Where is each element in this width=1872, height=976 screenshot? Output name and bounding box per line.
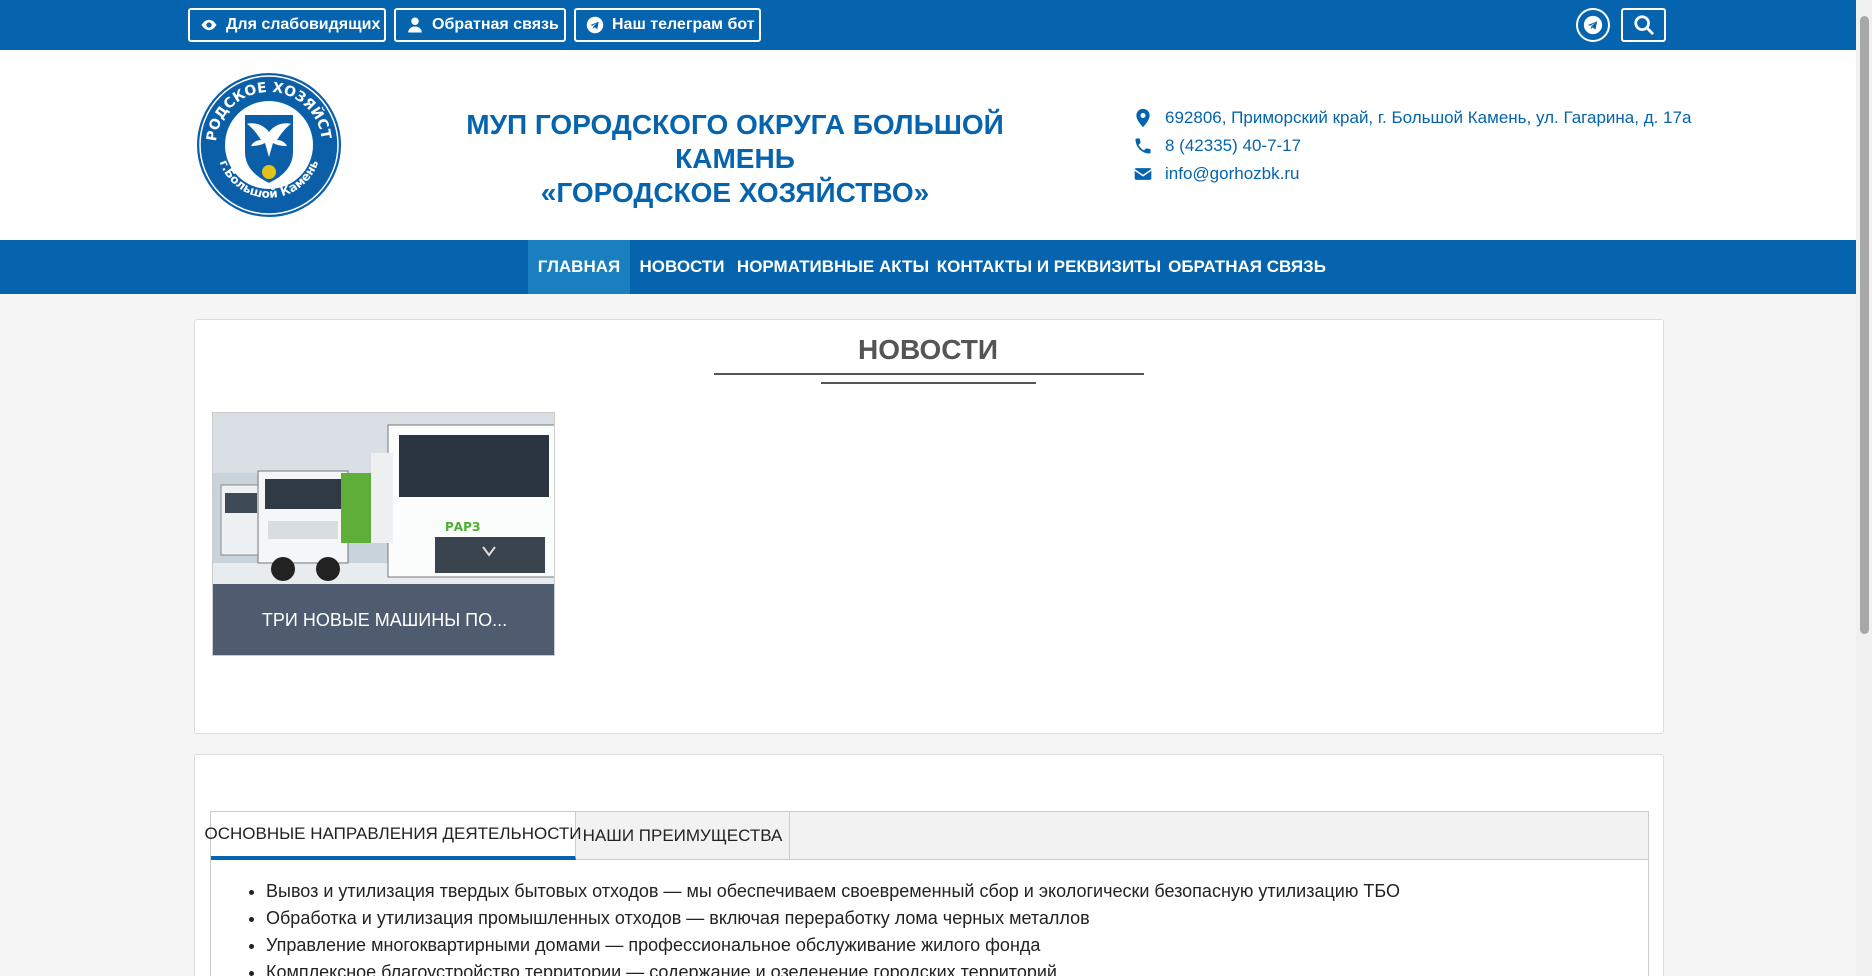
list-item: Обработка и утилизация промышленных отхо… xyxy=(266,905,1400,932)
accessibility-label: Для слабовидящих xyxy=(226,16,381,33)
list-item: Комплексное благоустройство территории —… xyxy=(266,959,1400,976)
tab-bar: ОСНОВНЫЕ НАПРАВЛЕНИЯ ДЕЯТЕЛЬНОСТИ НАШИ П… xyxy=(204,812,1648,860)
tab-advantages[interactable]: НАШИ ПРЕИМУЩЕСТВА xyxy=(576,812,790,860)
accessibility-button[interactable]: Для слабовидящих xyxy=(188,8,386,42)
nav-item-regulations[interactable]: НОРМАТИВНЫЕ АКТЫ xyxy=(737,240,929,294)
phone-icon xyxy=(1135,138,1151,154)
truck-lettering: РАРЗ xyxy=(445,520,480,534)
nav-item-feedback[interactable]: ОБРАТНАЯ СВЯЗЬ xyxy=(1168,240,1326,294)
news-card-image: РАРЗ xyxy=(213,413,554,584)
main-navigation: ГЛАВНАЯ НОВОСТИ НОРМАТИВНЫЕ АКТЫ КОНТАКТ… xyxy=(0,240,1856,294)
map-marker-icon xyxy=(1136,108,1150,128)
title-underline-long xyxy=(714,373,1144,375)
telegram-icon xyxy=(586,16,604,34)
news-card-caption[interactable]: ТРИ НОВЫЕ МАШИНЫ ПО... xyxy=(213,584,554,655)
site-header: ГОРОДСКОЕ ХОЗЯЙСТВО г.Большой Камень МУП… xyxy=(0,50,1856,240)
organization-title-line2: «ГОРОДСКОЕ ХОЗЯЙСТВО» xyxy=(540,177,930,208)
tab-activities[interactable]: ОСНОВНЫЕ НАПРАВЛЕНИЯ ДЕЯТЕЛЬНОСТИ xyxy=(204,812,582,860)
user-icon xyxy=(408,17,422,33)
activities-list: Вывоз и утилизация твердых бытовых отход… xyxy=(266,878,1400,976)
eye-icon xyxy=(201,19,217,31)
nav-item-contacts[interactable]: КОНТАКТЫ И РЕКВИЗИТЫ xyxy=(937,240,1161,294)
tabs-container: ОСНОВНЫЕ НАПРАВЛЕНИЯ ДЕЯТЕЛЬНОСТИ НАШИ П… xyxy=(204,811,1649,976)
organization-title: МУП ГОРОДСКОГО ОКРУГА БОЛЬШОЙ КАМЕНЬ «ГО… xyxy=(405,108,1065,210)
list-item: Вывоз и утилизация твердых бытовых отход… xyxy=(266,878,1400,905)
address-text: 692806, Приморский край, г. Большой Каме… xyxy=(1165,108,1692,127)
news-section-title: НОВОСТИ xyxy=(857,334,999,365)
organization-title-line1: МУП ГОРОДСКОГО ОКРУГА БОЛЬШОЙ КАМЕНЬ xyxy=(466,109,1004,174)
top-bar: Для слабовидящих Обратная связь Наш теле… xyxy=(0,0,1856,50)
title-underline-short xyxy=(821,382,1036,384)
telegram-bot-button[interactable]: Наш телеграм бот xyxy=(574,8,761,42)
organization-logo[interactable]: ГОРОДСКОЕ ХОЗЯЙСТВО г.Большой Камень xyxy=(194,70,344,220)
search-icon xyxy=(1633,15,1654,35)
scrollbar-thumb[interactable] xyxy=(1860,16,1869,634)
envelope-icon xyxy=(1134,168,1152,180)
address-row: 692806, Приморский край, г. Большой Каме… xyxy=(1133,104,1691,132)
telegram-link[interactable] xyxy=(1576,8,1610,42)
search-button[interactable] xyxy=(1621,8,1666,42)
page-scrollbar[interactable] xyxy=(1856,0,1872,976)
contacts-block: 692806, Приморский край, г. Большой Каме… xyxy=(1133,104,1691,188)
nav-item-news[interactable]: НОВОСТИ xyxy=(636,240,728,294)
feedback-label: Обратная связь xyxy=(432,16,559,33)
telegram-icon xyxy=(1583,15,1603,35)
nav-item-home[interactable]: ГЛАВНАЯ xyxy=(528,240,630,294)
news-card[interactable]: РАРЗ ТРИ НОВЫЕ МАШИНЫ ПО... xyxy=(212,412,555,656)
phone-row[interactable]: 8 (42335) 40-7-17 xyxy=(1133,132,1691,160)
telegram-bot-label: Наш телеграм бот xyxy=(612,16,755,33)
email-text[interactable]: info@gorhozbk.ru xyxy=(1165,164,1299,184)
phone-text[interactable]: 8 (42335) 40-7-17 xyxy=(1165,136,1301,156)
email-row[interactable]: info@gorhozbk.ru xyxy=(1133,160,1691,188)
feedback-button[interactable]: Обратная связь xyxy=(394,8,566,42)
list-item: Управление многоквартирными домами — про… xyxy=(266,932,1400,959)
